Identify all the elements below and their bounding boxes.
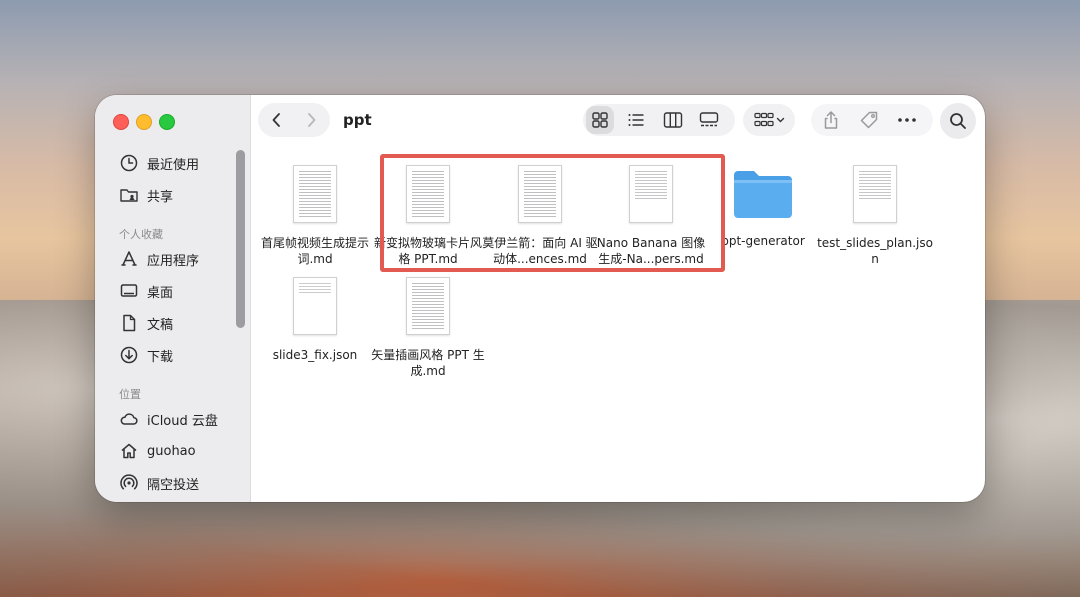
folder-icon [734, 171, 792, 218]
file-name: 首尾帧视频生成提示词.md [260, 236, 369, 266]
sidebar-item-label: 共享 [147, 189, 174, 205]
desktop-icon [120, 284, 138, 297]
forward-button[interactable] [294, 103, 328, 137]
tag-button[interactable] [855, 106, 883, 134]
gallery-icon [699, 112, 719, 127]
folder-title: ppt [343, 111, 372, 129]
navigation-group [258, 103, 330, 137]
gallery-view-button[interactable] [695, 106, 723, 134]
group-by-button[interactable] [743, 104, 795, 136]
sidebar-item-documents[interactable]: 文稿 [119, 311, 173, 335]
share-icon [824, 111, 838, 129]
toolbar: ppt [250, 95, 985, 147]
more-actions-button[interactable] [893, 106, 921, 134]
sidebar-item-desktop[interactable]: 桌面 [119, 279, 173, 303]
file-name: 矢量插画风格 PPT 生成.md [371, 348, 485, 378]
column-view-button[interactable] [659, 106, 687, 134]
document-icon [853, 165, 897, 223]
cloud-icon [120, 413, 138, 425]
document-icon [406, 277, 450, 335]
applications-icon [121, 251, 137, 266]
sidebar: 最近使用 共享 个人收藏 应用程序 桌面 文稿 下载 位置 iCloud 云盘 [95, 95, 251, 502]
sidebar-item-label: 应用程序 [147, 253, 200, 269]
chevron-left-icon [272, 113, 280, 127]
sidebar-item-label: guohao [147, 443, 196, 459]
minimize-window-button[interactable] [136, 114, 152, 130]
sidebar-item-downloads[interactable]: 下载 [119, 343, 173, 367]
document-icon [293, 165, 337, 223]
icon-view-button[interactable] [586, 106, 614, 134]
sidebar-item-recents[interactable]: 最近使用 [119, 151, 199, 175]
search-icon [950, 113, 966, 129]
sidebar-item-label: 桌面 [147, 285, 174, 301]
sidebar-item-shared[interactable]: 共享 [119, 183, 173, 207]
view-mode-group [583, 104, 735, 136]
search-button[interactable] [940, 103, 976, 139]
close-window-button[interactable] [113, 114, 129, 130]
sidebar-item-label: 下载 [147, 349, 174, 365]
sidebar-item-airdrop[interactable]: 隔空投送 [119, 471, 199, 495]
sidebar-item-home[interactable]: guohao [119, 439, 196, 463]
sidebar-section-personal: 个人收藏 [119, 228, 163, 241]
file-item[interactable]: slide3_fix.json [257, 277, 373, 363]
sidebar-item-icloud[interactable]: iCloud 云盘 [119, 407, 218, 431]
file-item[interactable]: 矢量插画风格 PPT 生成.md [370, 277, 486, 379]
list-icon [628, 114, 644, 126]
shared-folder-icon [120, 189, 138, 202]
columns-icon [663, 112, 683, 128]
sidebar-section-locations: 位置 [119, 388, 141, 401]
annotation-highlight-box [380, 154, 725, 272]
back-button[interactable] [260, 103, 294, 137]
document-icon [123, 314, 136, 332]
home-icon [121, 443, 137, 459]
file-item[interactable]: 首尾帧视频生成提示词.md [257, 165, 373, 267]
chevron-down-icon [776, 117, 784, 123]
airdrop-icon [120, 474, 138, 490]
finder-window: 最近使用 共享 个人收藏 应用程序 桌面 文稿 下载 位置 iCloud 云盘 [95, 95, 985, 502]
download-icon [120, 346, 138, 364]
group-grid-icon [753, 112, 774, 127]
sidebar-item-label: 隔空投送 [147, 477, 200, 493]
chevron-right-icon [308, 113, 316, 127]
file-name: slide3_fix.json [272, 348, 358, 362]
file-name: test_slides_plan.json [817, 236, 933, 266]
file-item[interactable]: test_slides_plan.json [817, 165, 933, 267]
sidebar-scrollbar[interactable] [236, 150, 245, 328]
share-button[interactable] [817, 106, 845, 134]
actions-group [811, 104, 933, 136]
sidebar-item-label: 最近使用 [147, 157, 200, 173]
ellipsis-icon [898, 118, 916, 122]
clock-icon [120, 154, 138, 172]
zoom-window-button[interactable] [159, 114, 175, 130]
grid-icon [592, 112, 608, 128]
sidebar-item-label: iCloud 云盘 [147, 413, 218, 429]
sidebar-item-applications[interactable]: 应用程序 [119, 247, 199, 271]
list-view-button[interactable] [622, 106, 650, 134]
sidebar-item-label: 文稿 [147, 317, 174, 333]
document-icon [293, 277, 337, 335]
tag-icon [860, 111, 878, 129]
